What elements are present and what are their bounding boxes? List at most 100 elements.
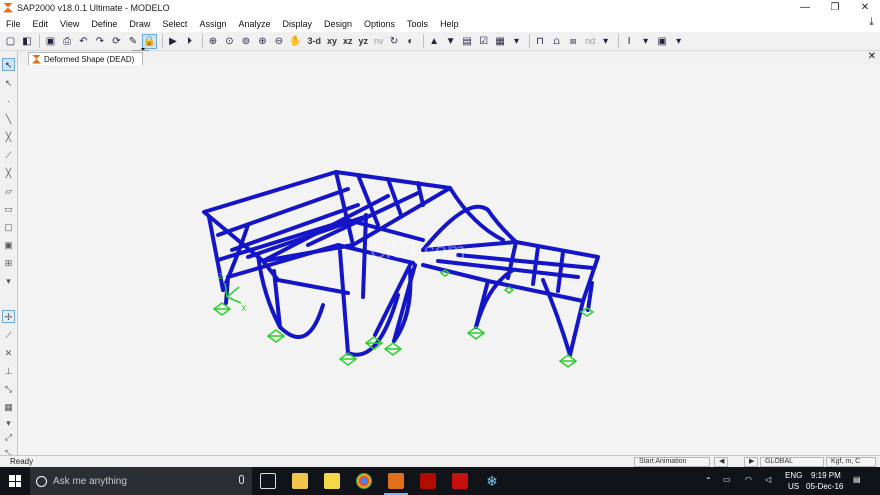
tray-chevron-icon[interactable]: ⌃: [705, 476, 712, 485]
dropdown-arrow-icon[interactable]: ▾: [2, 275, 15, 288]
refresh-icon[interactable]: ⟳: [109, 34, 124, 49]
truss-shape-icon[interactable]: ⩍: [549, 34, 564, 49]
model-viewport[interactable]: X Z CiUT.com: [18, 65, 880, 455]
dropdown-arrow-icon[interactable]: ▾: [2, 417, 15, 430]
dropdown-arrow-icon[interactable]: ▾: [509, 34, 524, 49]
draw-rect-area-icon[interactable]: ▭: [2, 203, 15, 216]
menu-assign[interactable]: Assign: [193, 19, 232, 29]
zoom-window-icon[interactable]: ⊕: [206, 34, 221, 49]
move-up-icon[interactable]: ▲: [427, 34, 442, 49]
dropdown-arrow-icon[interactable]: ▾: [638, 34, 653, 49]
close-view-button[interactable]: ✕: [868, 51, 876, 62]
minimize-button[interactable]: —: [790, 0, 820, 15]
display-options-icon[interactable]: ▤: [460, 34, 475, 49]
new-model-icon[interactable]: ▢: [3, 34, 18, 49]
menu-draw[interactable]: Draw: [123, 19, 156, 29]
pointer-select-icon[interactable]: ↖: [2, 58, 15, 71]
frame-shape-icon[interactable]: ⊓: [533, 34, 548, 49]
menu-help[interactable]: Help: [434, 19, 465, 29]
view-nv-button[interactable]: nv: [374, 36, 384, 46]
menu-file[interactable]: File: [0, 19, 27, 29]
acrobat-icon[interactable]: [420, 473, 436, 489]
check-box-icon[interactable]: ☑: [476, 34, 491, 49]
start-animation-button[interactable]: Start Animation: [634, 457, 710, 467]
zoom-restore-icon[interactable]: ⊙: [222, 34, 237, 49]
cortana-search-box[interactable]: Ask me anything: [30, 467, 252, 495]
run-analysis-icon[interactable]: ▶: [166, 34, 181, 49]
zoom-in-icon[interactable]: ⊕: [255, 34, 270, 49]
snap-intersections-icon[interactable]: ✕: [2, 347, 15, 360]
rotate-view-icon[interactable]: ↻: [387, 34, 402, 49]
language-indicator[interactable]: ENG: [785, 471, 802, 480]
move-down-icon[interactable]: ▼: [443, 34, 458, 49]
menu-select[interactable]: Select: [156, 19, 193, 29]
redo-icon[interactable]: ↷: [93, 34, 108, 49]
zoom-full-icon[interactable]: ⊚: [239, 34, 254, 49]
network-icon[interactable]: ▭: [723, 475, 731, 484]
zoom-out-icon[interactable]: ⊖: [272, 34, 287, 49]
start-button[interactable]: [0, 467, 30, 495]
draw-brace-icon[interactable]: ⟋: [2, 149, 15, 162]
task-view-icon[interactable]: [260, 473, 276, 489]
pan-icon[interactable]: ✋: [288, 34, 303, 49]
open-icon[interactable]: ◧: [20, 34, 35, 49]
undo-icon[interactable]: ↶: [76, 34, 91, 49]
menu-display[interactable]: Display: [276, 19, 318, 29]
grid-options-icon[interactable]: ▦: [493, 34, 508, 49]
view-3d-button[interactable]: 3-d: [308, 36, 322, 46]
action-center-icon[interactable]: ▤: [853, 475, 861, 484]
menu-define[interactable]: Define: [85, 19, 123, 29]
view-nd-button[interactable]: nd: [585, 36, 595, 46]
menu-tools[interactable]: Tools: [401, 19, 434, 29]
deformed-shape-icon[interactable]: ⩎: [566, 34, 581, 49]
dropdown-arrow-icon[interactable]: ▾: [671, 34, 686, 49]
quick-draw-area-icon[interactable]: ▢: [2, 221, 15, 234]
view-yz-button[interactable]: yz: [359, 36, 369, 46]
next-step-icon[interactable]: ▶: [744, 457, 758, 467]
save-icon[interactable]: ▣: [43, 34, 58, 49]
draw-cable-icon[interactable]: ╳: [2, 167, 15, 180]
draw-joint-icon[interactable]: ·: [2, 95, 15, 108]
menu-options[interactable]: Options: [358, 19, 401, 29]
menu-view[interactable]: View: [54, 19, 85, 29]
prev-step-icon[interactable]: ◀: [714, 457, 728, 467]
perspective-icon[interactable]: ◐: [403, 34, 418, 49]
snowflake-app-icon[interactable]: ❄: [484, 473, 500, 489]
snap-ends-icon[interactable]: ⟋: [2, 329, 15, 342]
snap-points-icon[interactable]: ✢: [2, 310, 15, 323]
restore-button[interactable]: ❐: [820, 0, 850, 15]
reshape-icon[interactable]: ↖: [2, 77, 15, 90]
view-xy-button[interactable]: xy: [327, 36, 337, 46]
menu-edit[interactable]: Edit: [27, 19, 55, 29]
snap-grid-icon[interactable]: ▦: [2, 401, 15, 414]
download-icon[interactable]: ⤓: [869, 16, 874, 29]
units-select[interactable]: Kgf, m, C: [826, 457, 876, 467]
file-explorer-icon[interactable]: [292, 473, 308, 489]
draw-poly-area-icon[interactable]: ▱: [2, 185, 15, 198]
snap-perpendicular-icon[interactable]: ⊥: [2, 365, 15, 378]
print-icon[interactable]: ⎙: [60, 34, 75, 49]
volume-icon[interactable]: ◁: [765, 475, 771, 484]
section-cursor-icon[interactable]: I: [622, 34, 637, 49]
autocad-icon[interactable]: [452, 473, 468, 489]
menu-design[interactable]: Design: [318, 19, 358, 29]
chrome-icon[interactable]: [356, 473, 372, 489]
wifi-icon[interactable]: ◠: [745, 475, 752, 484]
draw-frame-icon[interactable]: ╲: [2, 113, 15, 126]
run-now-icon[interactable]: ⏵: [182, 34, 197, 49]
view-xz-button[interactable]: xz: [343, 36, 353, 46]
coordinate-system-select[interactable]: GLOBAL: [760, 457, 824, 467]
snap-lines-icon[interactable]: ⤡: [2, 383, 15, 396]
sap2000-taskbar-icon[interactable]: [384, 473, 408, 495]
close-button[interactable]: ✕: [850, 0, 880, 15]
draw-solid-icon[interactable]: ▣: [2, 239, 15, 252]
display-box-icon[interactable]: ▣: [655, 34, 670, 49]
microphone-icon[interactable]: [239, 475, 244, 484]
menu-analyze[interactable]: Analyze: [232, 19, 276, 29]
select-all-icon[interactable]: ⤢: [2, 431, 15, 444]
clock-time[interactable]: 9:19 PM: [811, 471, 841, 480]
quick-draw-frame-icon[interactable]: ╳: [2, 131, 15, 144]
dropdown-arrow-icon[interactable]: ▾: [598, 34, 613, 49]
tab-deformed-shape[interactable]: Deformed Shape (DEAD): [28, 52, 144, 65]
sticky-notes-icon[interactable]: [324, 473, 340, 489]
